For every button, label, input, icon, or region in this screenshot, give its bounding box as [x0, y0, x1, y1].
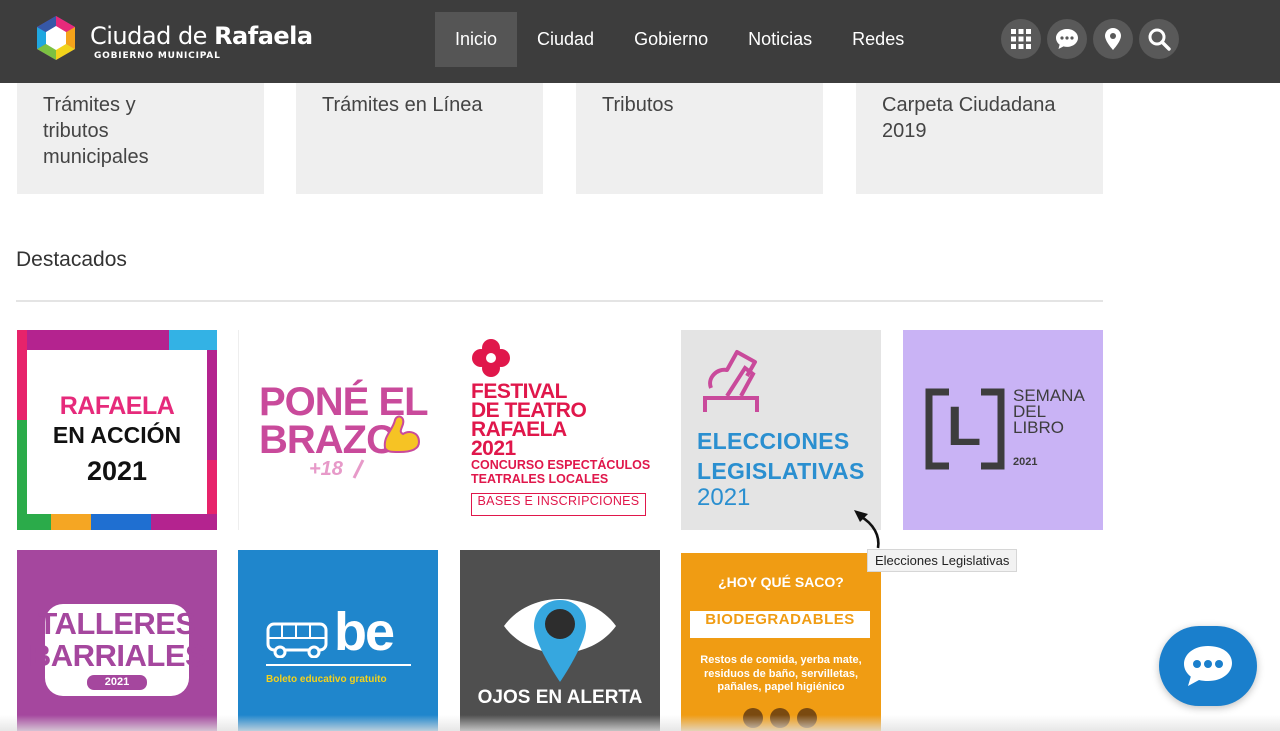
tile-text: residuos de baño, servilletas, — [703, 667, 859, 680]
mouse-cursor-icon — [854, 510, 880, 549]
tile-ojos-en-alerta[interactable]: OJOS EN ALERTA — [460, 550, 660, 731]
brand-subtitle: GOBIERNO MUNICIPAL — [94, 51, 221, 61]
tile-text: EN ACCIÓN — [52, 422, 182, 448]
flower-icon — [472, 339, 510, 377]
main-nav: Inicio Ciudad Gobierno Noticias Redes — [435, 12, 924, 67]
chat-widget-button[interactable] — [1159, 626, 1257, 706]
vote-hand-icon — [703, 350, 759, 412]
tile-text: CONCURSO ESPECTÁCULOS — [471, 458, 651, 472]
tooltip: Elecciones Legislativas — [867, 549, 1018, 572]
card-label: Tributos — [602, 94, 674, 116]
brand-name[interactable]: Ciudad de Rafaela — [90, 22, 313, 50]
tile-hoy-que-saco[interactable]: ¿HOY QUÉ SACO? BIODEGRADABLES Restos de … — [681, 550, 881, 731]
nav-noticias[interactable]: Noticias — [728, 12, 832, 67]
card-label: Carpeta Ciudadana 2019 — [882, 94, 1056, 142]
bottom-fade — [0, 715, 1280, 731]
nav-redes[interactable]: Redes — [832, 12, 924, 67]
tile-text: +18 — [309, 458, 343, 480]
tile-text: ELECCIONES — [697, 428, 850, 454]
tile-text: LIBRO — [1013, 418, 1065, 437]
tile-semana-del-libro[interactable]: L SEMANA DEL LIBRO 2021 — [903, 330, 1103, 530]
nav-inicio[interactable]: Inicio — [435, 12, 518, 67]
tile-festival-teatro[interactable]: FESTIVAL DE TEATRO RAFAELA 2021 CONCURSO… — [460, 330, 660, 530]
tile-text: 2021 — [471, 437, 516, 460]
card-label: Trámites y tributos municipales — [43, 94, 149, 168]
nav-ciudad[interactable]: Ciudad — [517, 12, 614, 67]
flexed-arm-icon — [383, 415, 421, 454]
tile-text: BARRIALES — [28, 638, 206, 673]
tile-text: 2021 — [87, 675, 147, 690]
tile-text: BRAZO — [259, 418, 397, 462]
tile-elecciones-legislativas[interactable]: ELECCIONES LEGISLATIVAS 2021 — [681, 330, 881, 530]
tile-text: RAFAELA — [59, 392, 175, 420]
tile-text: TALLERES — [38, 606, 196, 641]
card-label: Trámites en Línea — [322, 94, 483, 116]
eye-pin-icon — [504, 599, 616, 682]
grid-icon[interactable] — [1001, 19, 1041, 59]
tile-pone-el-brazo[interactable]: PONÉ EL BRAZO +18 — [238, 330, 438, 530]
scalloped-border — [681, 550, 881, 553]
location-pin-icon[interactable] — [1093, 19, 1133, 59]
city-logo-icon[interactable] — [32, 14, 80, 62]
tile-text: Restos de comida, yerba mate, — [700, 654, 862, 666]
header-icons — [1001, 19, 1179, 59]
card-tramites-linea[interactable]: Trámites en Línea — [296, 83, 543, 194]
chat-bubble-icon — [1184, 646, 1232, 686]
nav-gobierno[interactable]: Gobierno — [614, 12, 728, 67]
tile-text: TEATRALES LOCALES — [471, 472, 609, 486]
card-carpeta-ciudadana[interactable]: Carpeta Ciudadana 2019 — [856, 83, 1103, 194]
tile-text: Boleto educativo gratuito — [266, 674, 387, 685]
chat-icon[interactable] — [1047, 19, 1087, 59]
section-title: Destacados — [16, 248, 127, 271]
tile-text: 2021 — [697, 484, 751, 511]
tile-letter: L — [947, 394, 982, 457]
tile-badge: BASES E INSCRIPCIONES — [471, 493, 646, 516]
tile-rafaela-en-accion[interactable]: RAFAELA EN ACCIÓN 2021 — [17, 330, 217, 530]
tile-text: pañales, papel higiénico — [717, 681, 845, 693]
search-icon[interactable] — [1139, 19, 1179, 59]
tile-text: LEGISLATIVAS — [697, 458, 865, 484]
tile-badge: BIODEGRADABLES — [690, 611, 870, 638]
boleto-logo: be — [334, 602, 395, 662]
tile-text: OJOS EN ALERTA — [477, 687, 643, 708]
section-divider — [16, 300, 1103, 302]
card-tramites-tributos[interactable]: Trámites y tributos municipales — [17, 83, 264, 194]
bus-icon — [266, 622, 328, 658]
tile-text: 2021 — [1013, 456, 1038, 468]
divider-line — [266, 664, 411, 666]
card-tributos[interactable]: Tributos — [576, 83, 823, 194]
syringe-icon — [352, 459, 365, 479]
tile-talleres-barriales[interactable]: TALLERES BARRIALES 2021 — [17, 550, 217, 731]
tile-boleto-educativo[interactable]: be Boleto educativo gratuito — [238, 550, 438, 731]
site-header: Ciudad de Rafaela GOBIERNO MUNICIPAL Ini… — [0, 0, 1280, 83]
tile-text: 2021 — [86, 456, 148, 486]
tile-text: ¿HOY QUÉ SACO? — [718, 574, 844, 590]
